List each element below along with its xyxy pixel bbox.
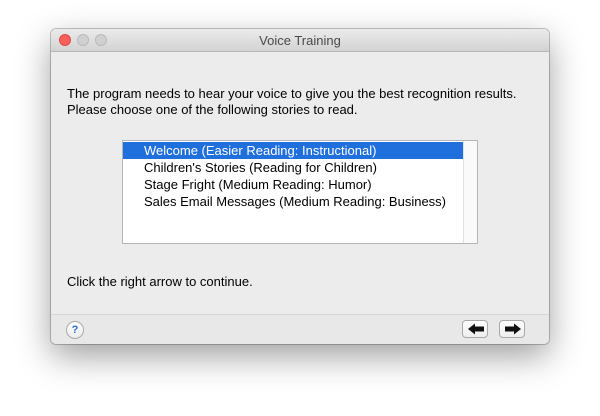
- story-item-sales-email[interactable]: Sales Email Messages (Medium Reading: Bu…: [123, 193, 464, 210]
- story-item-welcome[interactable]: Welcome (Easier Reading: Instructional): [123, 142, 464, 159]
- stories-list[interactable]: Welcome (Easier Reading: Instructional) …: [122, 140, 478, 244]
- stories-list-rows: Welcome (Easier Reading: Instructional) …: [123, 142, 464, 210]
- footer-bar: ?: [51, 314, 549, 344]
- continue-instruction: Click the right arrow to continue.: [67, 274, 253, 289]
- story-item-stage-fright[interactable]: Stage Fright (Medium Reading: Humor): [123, 176, 464, 193]
- title-bar[interactable]: Voice Training: [51, 29, 549, 52]
- voice-training-window: Voice Training The program needs to hear…: [51, 29, 549, 344]
- back-button[interactable]: [462, 320, 488, 338]
- intro-text: The program needs to hear your voice to …: [67, 86, 516, 118]
- arrow-right-icon: [505, 323, 521, 335]
- intro-line-2: Please choose one of the following stori…: [67, 102, 358, 117]
- list-scrollbar[interactable]: [463, 141, 477, 243]
- story-item-childrens-stories[interactable]: Children's Stories (Reading for Children…: [123, 159, 464, 176]
- help-icon[interactable]: ?: [66, 321, 84, 339]
- window-title: Voice Training: [259, 33, 341, 48]
- arrow-left-icon: [468, 323, 484, 335]
- forward-button[interactable]: [499, 320, 525, 338]
- intro-line-1: The program needs to hear your voice to …: [67, 86, 517, 101]
